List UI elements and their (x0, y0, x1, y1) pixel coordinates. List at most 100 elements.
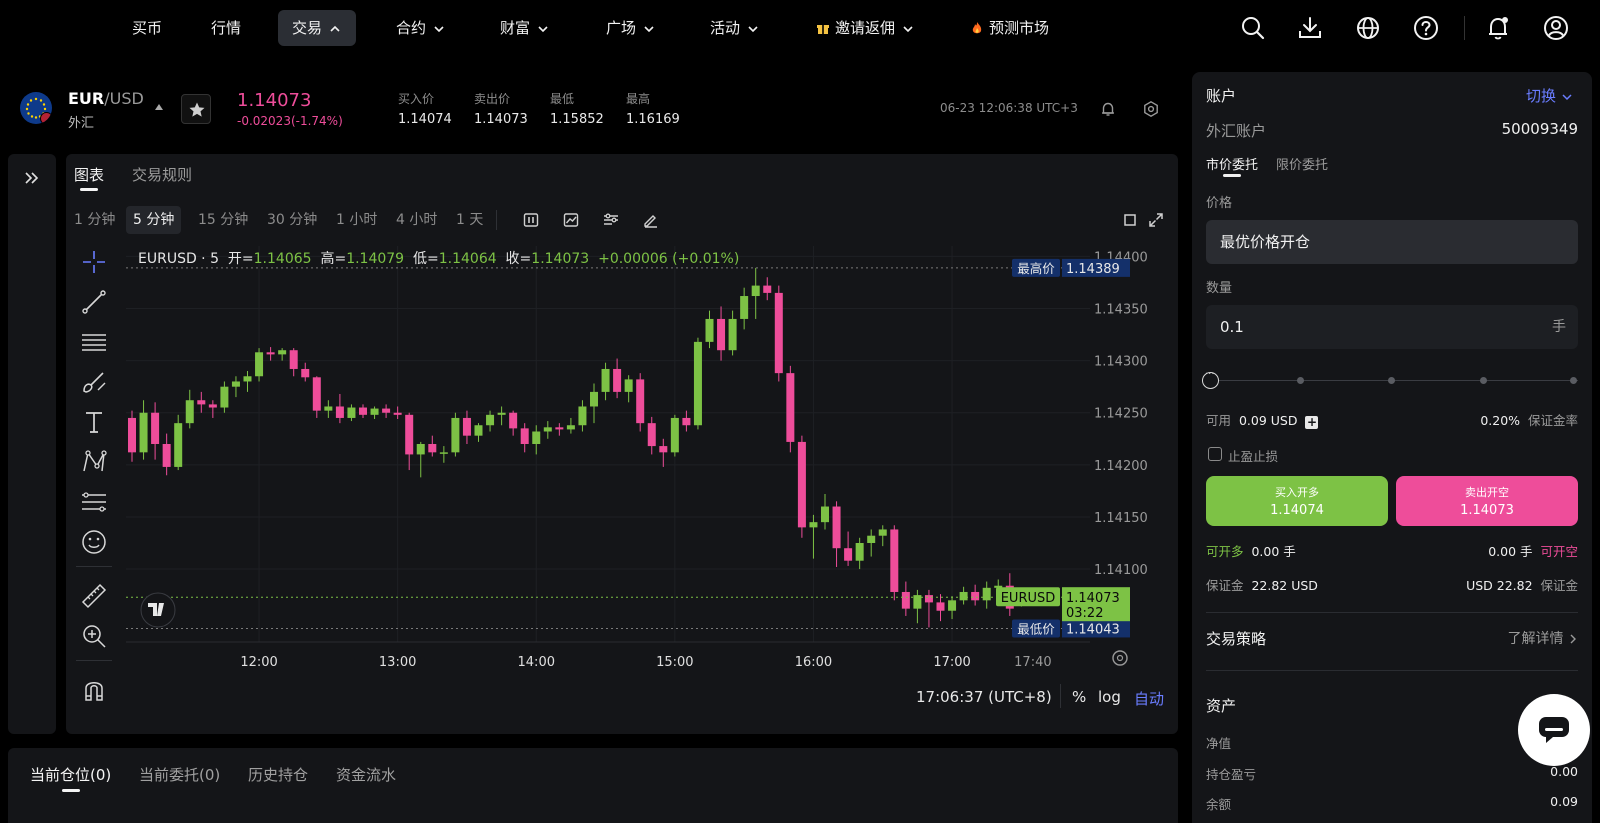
quantity-input[interactable]: 0.1 手 (1206, 305, 1578, 349)
brush-icon[interactable] (78, 366, 110, 398)
nav-item-wealth[interactable]: 财富 (486, 10, 564, 46)
favorite-button[interactable] (181, 94, 211, 124)
candle-body (682, 417, 691, 426)
alert-bell-icon[interactable] (1099, 100, 1117, 118)
nav-item-events[interactable]: 活动 (696, 10, 774, 46)
timeframe-30m[interactable]: 30 分钟 (260, 206, 324, 234)
settings-icon[interactable] (1142, 100, 1160, 118)
stat-value: 1.16169 (626, 112, 680, 127)
fullscreen-icon[interactable] (1147, 211, 1165, 229)
timeframe-1d[interactable]: 1 天 (449, 206, 490, 234)
tp-sl-checkbox[interactable] (1208, 447, 1222, 461)
candle-body (474, 425, 483, 436)
tab-fund-flow[interactable]: 资金流水 (336, 764, 396, 785)
fibonacci-icon[interactable] (78, 486, 110, 518)
price-input[interactable]: 最优价格开仓 (1206, 220, 1578, 264)
nav-item-buy-crypto[interactable]: 买币 (118, 10, 176, 46)
low-price-marker-label: 最低价 (1017, 621, 1055, 636)
candle-body (335, 406, 344, 418)
tab-underline (1223, 174, 1241, 177)
strategy-link-label: 了解详情 (1507, 631, 1564, 647)
pattern-icon[interactable] (78, 446, 110, 478)
timeframe-4h[interactable]: 4 小时 (389, 206, 444, 234)
trend-line-icon[interactable] (78, 286, 110, 318)
chevron-up-icon (330, 25, 340, 32)
text-tool-icon[interactable] (78, 406, 110, 438)
can-short-value: 0.00 手 (1488, 544, 1533, 559)
candle-body (497, 412, 506, 415)
download-icon[interactable] (1296, 14, 1324, 42)
tab-limit-order[interactable]: 限价委托 (1276, 154, 1328, 173)
emoji-icon[interactable] (78, 526, 110, 558)
candle-body (948, 600, 957, 611)
tab-underline (62, 789, 80, 792)
nav-item-markets[interactable]: 行情 (197, 10, 255, 46)
auto-scale-button[interactable]: 自动 (1134, 688, 1164, 709)
candle-body (936, 602, 945, 611)
timeframe-5m[interactable]: 5 分钟 (126, 206, 182, 234)
legend-open-label: 开= (227, 251, 254, 267)
zoom-in-icon[interactable] (78, 620, 110, 652)
candlestick-chart[interactable]: 1.144001.143501.143001.142501.142001.141… (126, 246, 1178, 716)
slider-step[interactable] (1388, 377, 1395, 384)
slider-step[interactable] (1297, 377, 1304, 384)
slider-step[interactable] (1480, 377, 1487, 384)
x-tick-label: 16:00 (795, 655, 832, 670)
indicator-icon[interactable] (562, 211, 580, 229)
quantity-unit: 手 (1552, 319, 1566, 335)
gift-icon (817, 25, 829, 34)
candle-body (809, 522, 818, 528)
nav-item-square[interactable]: 广场 (592, 10, 670, 46)
chevron-down-icon (644, 25, 654, 32)
legend-symbol: EURUSD · 5 (138, 251, 219, 267)
tab-chart[interactable]: 图表 (74, 164, 104, 185)
timeframe-1m[interactable]: 1 分钟 (67, 206, 122, 234)
candle-body (324, 406, 333, 411)
strategy-learn-more-link[interactable]: 了解详情 (1508, 628, 1578, 648)
crosshair-icon[interactable] (78, 246, 110, 278)
tab-position-history[interactable]: 历史持仓 (248, 764, 308, 785)
log-scale-button[interactable]: log (1098, 688, 1121, 706)
tab-trading-rules[interactable]: 交易规则 (132, 164, 192, 185)
tab-open-positions[interactable]: 当前仓位(0) (30, 764, 111, 785)
switch-account-button[interactable]: 切换 (1526, 85, 1573, 106)
slider-step[interactable] (1570, 377, 1577, 384)
double-chevron-right-icon[interactable] (23, 169, 41, 187)
user-icon[interactable] (1542, 14, 1570, 42)
bell-icon[interactable] (1484, 14, 1512, 42)
symbol-name[interactable]: EUR/USD (68, 89, 144, 108)
timeframe-15m[interactable]: 15 分钟 (191, 206, 255, 234)
support-chat-button[interactable] (1518, 694, 1590, 766)
globe-icon[interactable] (1354, 14, 1382, 42)
ruler-icon[interactable] (78, 580, 110, 612)
buy-long-button[interactable]: 买入开多 1.14074 (1206, 476, 1388, 526)
candle-body (832, 506, 841, 549)
pen-icon[interactable] (642, 211, 660, 229)
stat-label: 买入价 (398, 92, 435, 106)
nav-item-prediction-market[interactable]: 预测市场 (956, 10, 1063, 46)
caret-up-icon[interactable] (155, 104, 163, 110)
candle-body (462, 417, 471, 436)
sell-short-button[interactable]: 卖出开空 1.14073 (1396, 476, 1578, 526)
high-price-marker-label: 最高价 (1017, 261, 1055, 276)
horizontal-lines-icon[interactable] (78, 326, 110, 358)
help-icon[interactable] (1412, 14, 1440, 42)
tab-open-orders[interactable]: 当前委托(0) (139, 764, 220, 785)
slider-thumb[interactable] (1202, 369, 1219, 389)
window-icon[interactable] (1121, 211, 1139, 229)
available-label: 可用 (1206, 413, 1232, 428)
chart-settings-icon[interactable] (602, 211, 620, 229)
candle-body (278, 350, 287, 355)
nav-item-referral[interactable]: 邀请返佣 (802, 10, 929, 46)
tab-underline (80, 188, 98, 191)
timeframe-1h[interactable]: 1 小时 (329, 206, 384, 234)
percent-scale-button[interactable]: % (1072, 688, 1086, 706)
search-icon[interactable] (1239, 14, 1267, 42)
deposit-plus-icon[interactable]: + (1305, 416, 1319, 429)
magnet-icon[interactable] (78, 674, 110, 706)
nav-item-trade[interactable]: 交易 (278, 10, 357, 46)
nav-item-futures[interactable]: 合约 (382, 10, 460, 46)
switch-label: 切换 (1526, 87, 1557, 105)
candle-type-icon[interactable] (522, 211, 540, 229)
tab-market-order[interactable]: 市价委托 (1206, 154, 1258, 173)
